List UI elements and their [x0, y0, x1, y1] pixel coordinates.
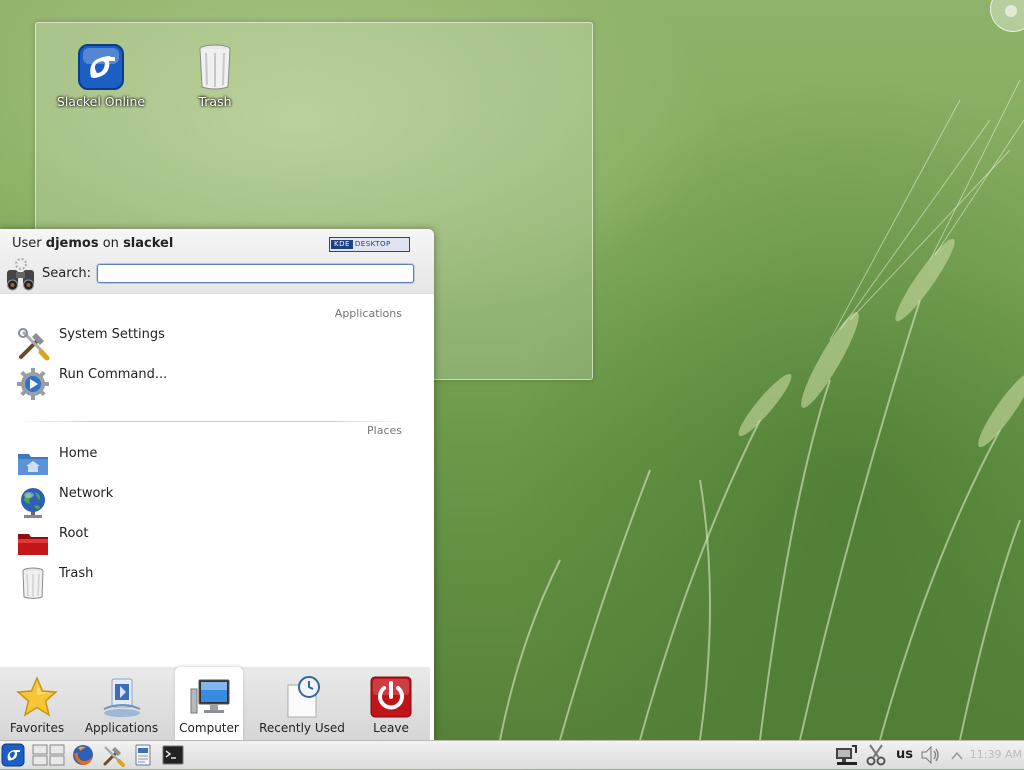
user-on: on — [102, 236, 119, 251]
tab-label: Applications — [84, 721, 159, 735]
search-label: Search: — [42, 266, 92, 281]
item-label: Root — [59, 526, 89, 541]
tab-label: Leave — [373, 721, 409, 735]
item-trash[interactable]: Trash — [14, 564, 414, 602]
tab-label: Favorites — [9, 721, 65, 735]
tab-leave[interactable]: Leave — [356, 667, 426, 740]
kickoff-menu: User djemos on slackel KDE DESKTOP Searc… — [0, 229, 434, 740]
tab-computer[interactable]: Computer — [175, 667, 243, 740]
desktop-logo-text: DESKTOP — [354, 240, 391, 248]
computer-icon — [187, 675, 231, 719]
kde-logo-text: KDE — [331, 240, 353, 249]
panel-clock[interactable]: 11:39 AM — [970, 748, 1022, 761]
tab-favorites[interactable]: Favorites — [0, 667, 74, 740]
user-prefix: User — [12, 236, 42, 251]
desktop-toolbox-button[interactable] — [990, 0, 1024, 32]
item-home[interactable]: Home — [14, 444, 414, 482]
network-manager-icon[interactable] — [834, 743, 858, 767]
volume-icon[interactable] — [919, 743, 943, 767]
kde-desktop-logo: KDE DESKTOP — [329, 237, 410, 252]
tray-expand-arrow-icon[interactable] — [950, 743, 964, 767]
kickoff-tab-bar: Favorites Applications Computer Recently… — [0, 667, 430, 740]
run-gear-icon — [16, 367, 50, 401]
trash-icon — [191, 43, 239, 91]
item-root[interactable]: Root — [14, 524, 414, 562]
terminal-icon[interactable] — [161, 743, 185, 767]
tab-applications[interactable]: Applications — [74, 667, 169, 740]
computer-view: Applications System Settings Run Command… — [0, 294, 430, 667]
host-name: slackel — [123, 236, 174, 251]
slackel-icon — [77, 43, 125, 91]
root-folder-icon — [16, 526, 50, 560]
taskbar-panel: us 11:39 AM — [0, 740, 1024, 769]
file-manager-icon[interactable] — [131, 743, 155, 767]
item-label: Network — [59, 486, 114, 501]
firefox-icon[interactable] — [71, 743, 95, 767]
keyboard-layout-indicator[interactable]: us — [896, 747, 913, 762]
desktop-icon-slackel-online[interactable]: Slackel Online — [51, 43, 151, 109]
desktop-icon-trash[interactable]: Trash — [165, 43, 265, 109]
binoculars-icon — [4, 258, 38, 292]
user-info: User djemos on slackel — [12, 236, 173, 251]
tab-label: Recently Used — [259, 721, 345, 735]
power-icon — [369, 675, 413, 719]
section-applications-header: Applications — [334, 307, 402, 320]
slackel-menu-icon[interactable] — [1, 743, 25, 767]
desktop-icon-label: Trash — [198, 94, 232, 109]
tab-label: Computer — [179, 721, 239, 735]
search-input[interactable] — [97, 264, 414, 283]
item-system-settings[interactable]: System Settings — [14, 325, 414, 363]
clock-document-icon — [280, 675, 324, 719]
item-run-command[interactable]: Run Command... — [14, 365, 414, 403]
kickoff-header: User djemos on slackel KDE DESKTOP Searc… — [0, 229, 434, 294]
item-label: System Settings — [59, 327, 165, 342]
home-folder-icon — [16, 446, 50, 480]
settings-tools-icon[interactable] — [101, 743, 125, 767]
network-globe-icon — [16, 486, 50, 520]
section-places-header: Places — [367, 424, 402, 437]
desktop-icon-label: Slackel Online — [56, 94, 146, 109]
tools-icon — [16, 327, 50, 361]
item-label: Trash — [59, 566, 94, 581]
user-name: djemos — [45, 236, 99, 251]
tab-recently-used[interactable]: Recently Used — [252, 667, 352, 740]
pager-icon[interactable] — [32, 743, 66, 767]
star-icon — [15, 675, 59, 719]
trash-icon — [16, 566, 50, 600]
item-label: Run Command... — [59, 367, 168, 382]
item-label: Home — [59, 446, 98, 461]
applications-icon — [100, 675, 144, 719]
section-separator — [14, 421, 406, 422]
item-network[interactable]: Network — [14, 484, 414, 522]
scissors-klipper-icon[interactable] — [864, 743, 888, 767]
